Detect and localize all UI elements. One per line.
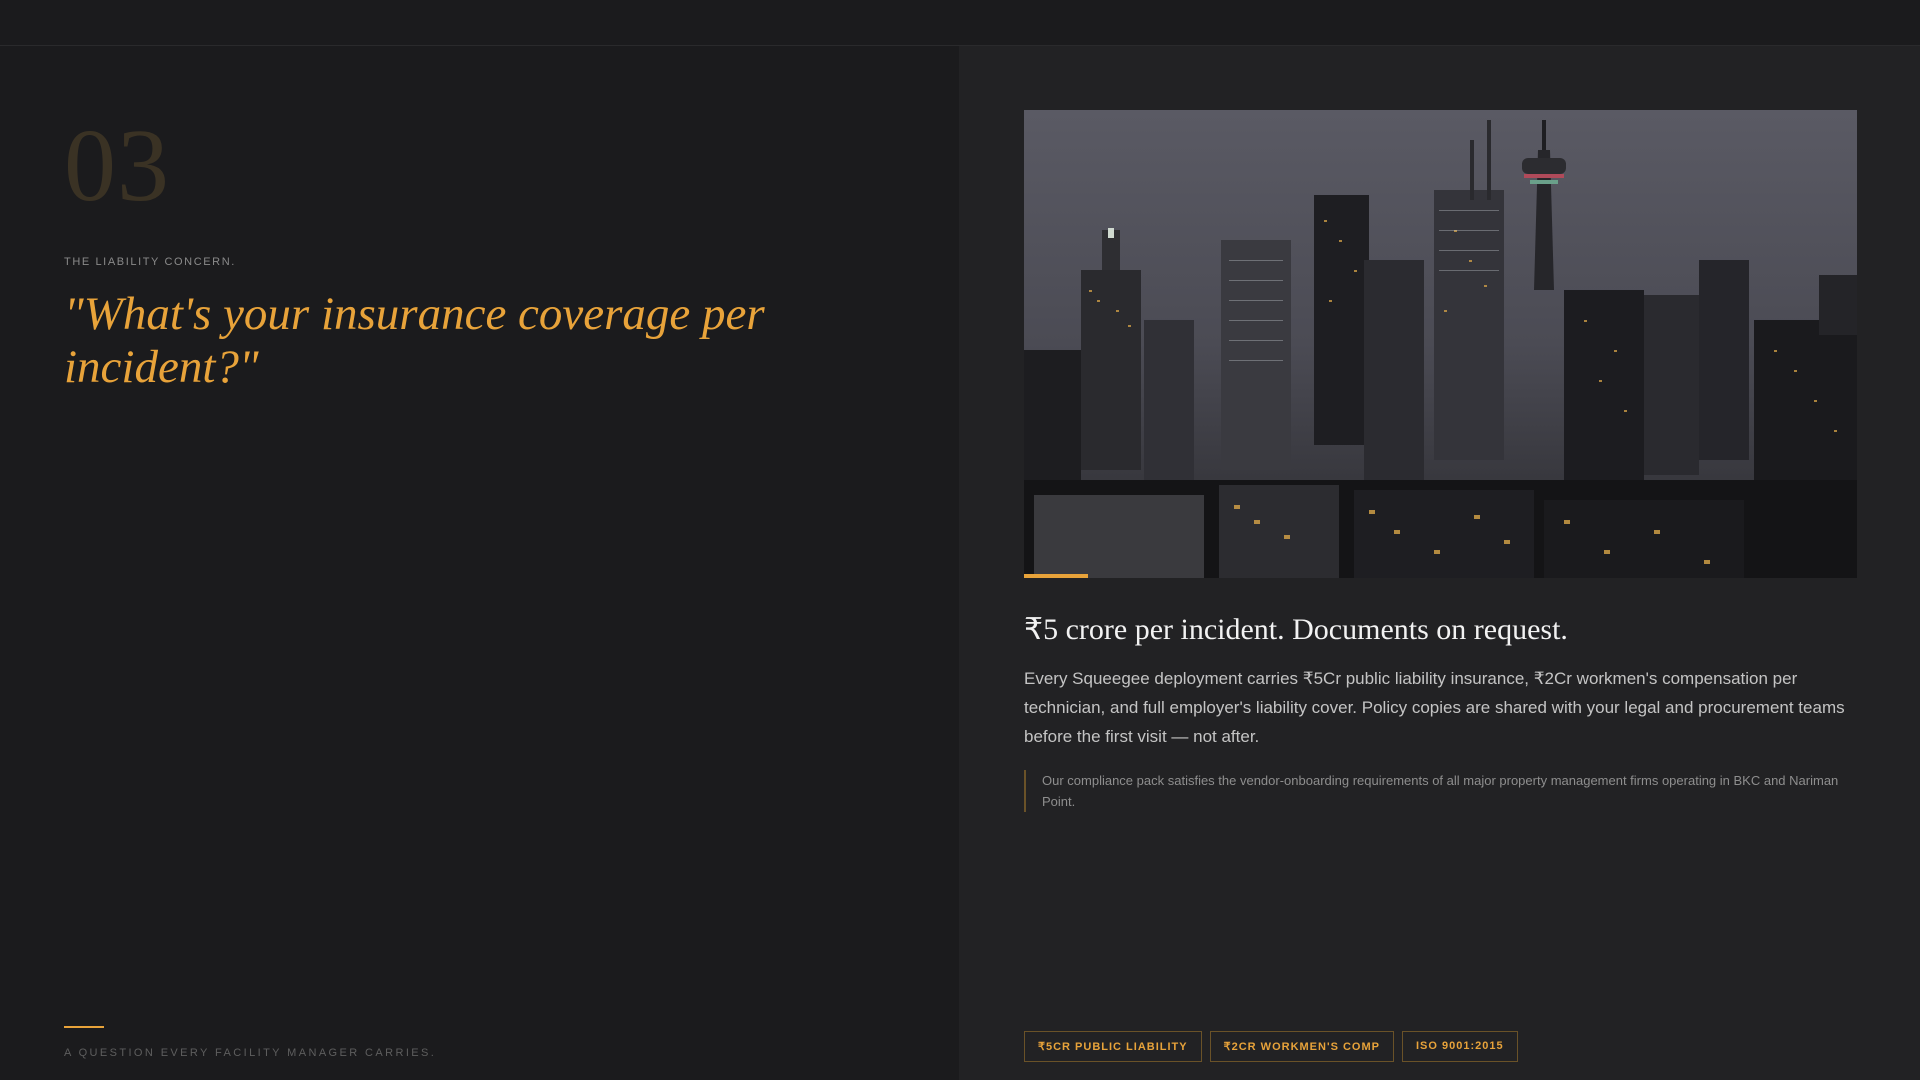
question-heading: "What's your insurance coverage per inci… bbox=[64, 288, 765, 393]
image-accent-bar bbox=[1024, 574, 1088, 578]
credential-tags: ₹5CR PUBLIC LIABILITY ₹2CR WORKMEN'S COM… bbox=[1024, 1031, 1518, 1062]
answer-headline: ₹5 crore per incident. Documents on requ… bbox=[1024, 613, 1568, 646]
skyline-illustration bbox=[1024, 110, 1857, 578]
tag-iso: ISO 9001:2015 bbox=[1401, 1031, 1518, 1062]
right-panel: ₹5 crore per incident. Documents on requ… bbox=[959, 46, 1920, 1080]
left-panel: 03 THE LIABILITY CONCERN. "What's your i… bbox=[0, 46, 959, 1080]
footer-note: A QUESTION EVERY FACILITY MANAGER CARRIE… bbox=[64, 1047, 437, 1059]
answer-body: Every Squeegee deployment carries ₹5Cr p… bbox=[1024, 669, 1845, 746]
tag-public-liability: ₹5CR PUBLIC LIABILITY bbox=[1024, 1031, 1202, 1062]
tag-workmens-comp: ₹2CR WORKMEN'S COMP bbox=[1209, 1031, 1394, 1062]
compliance-note: Our compliance pack satisfies the vendor… bbox=[1024, 770, 1862, 812]
skyline-image bbox=[1024, 110, 1857, 578]
eyebrow-label: THE LIABILITY CONCERN. bbox=[64, 256, 236, 268]
accent-divider bbox=[64, 1026, 104, 1028]
section-number: 03 bbox=[64, 108, 170, 223]
top-bar bbox=[0, 0, 1920, 46]
